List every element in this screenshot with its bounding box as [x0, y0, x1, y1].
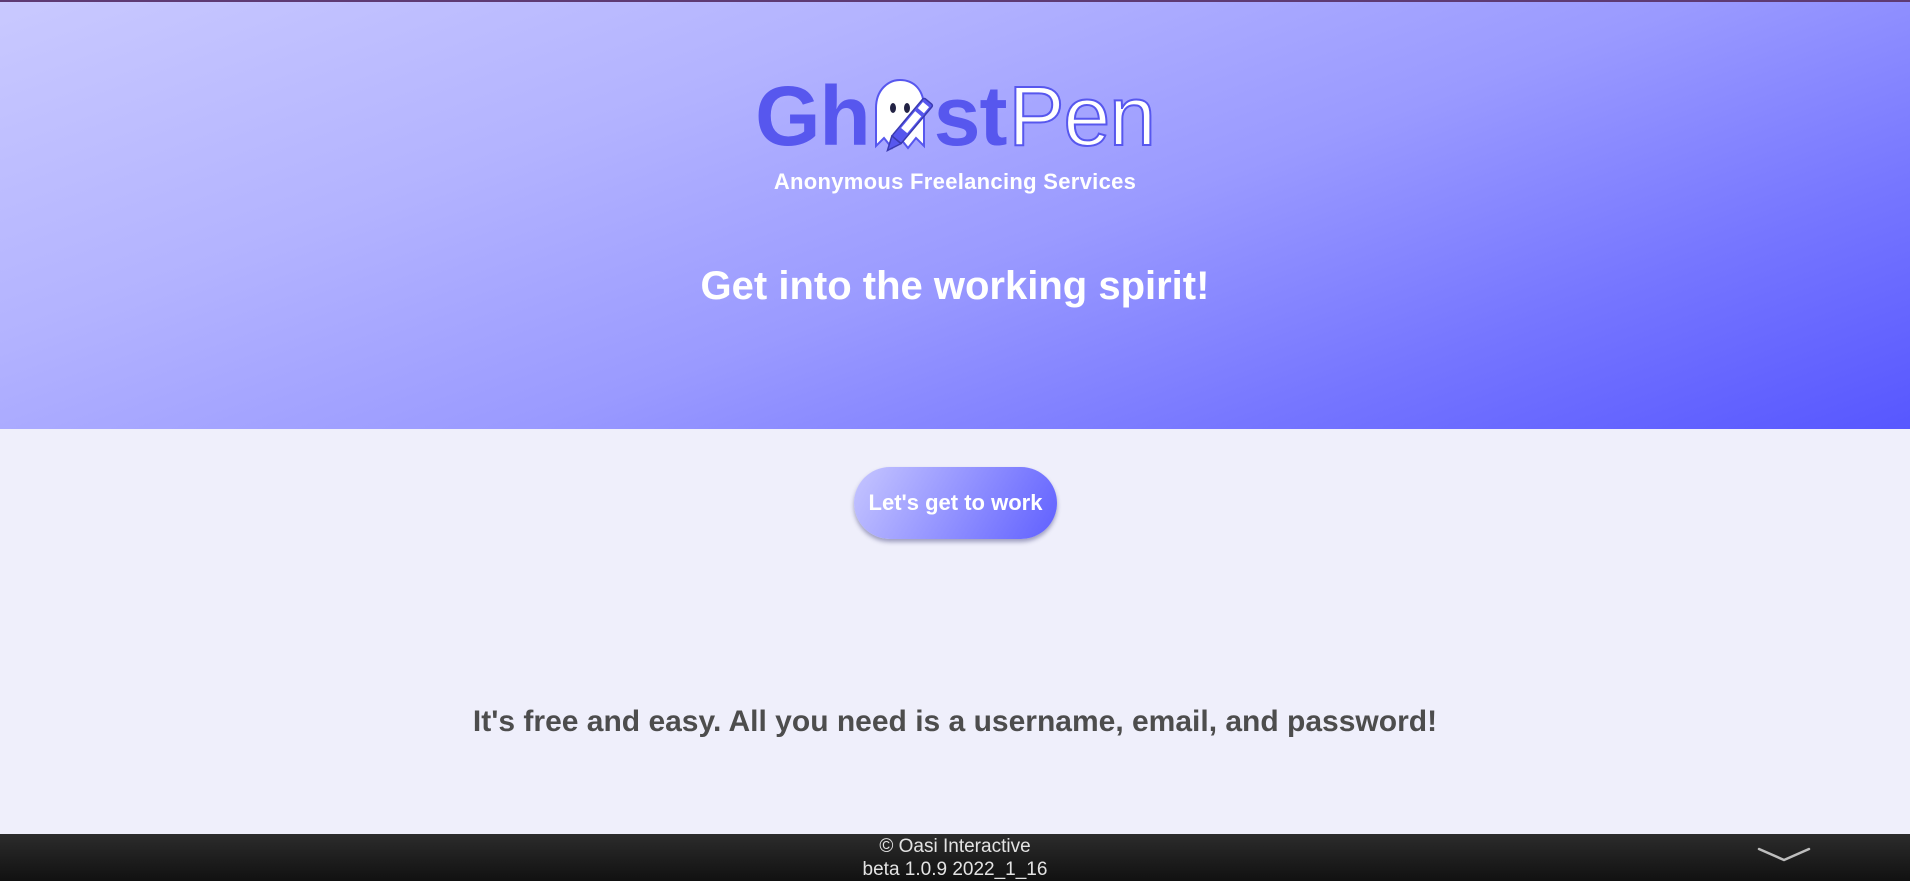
chevron-down-icon[interactable] — [1755, 843, 1813, 865]
footer: © Oasi Interactive beta 1.0.9 2022_1_16 — [0, 834, 1910, 881]
get-to-work-button[interactable]: Let's get to work — [854, 467, 1057, 539]
logo-text-end: Pen — [1007, 69, 1156, 163]
signup-info-text: It's free and easy. All you need is a us… — [472, 705, 1438, 738]
ghost-with-pen-icon — [868, 76, 938, 166]
copyright-text: © Oasi Interactive — [879, 836, 1031, 857]
logo-text-start: Gh — [755, 69, 871, 163]
tagline: Anonymous Freelancing Services — [773, 169, 1137, 194]
version-text: beta 1.0.9 2022_1_16 — [862, 859, 1048, 880]
hero-banner: Gh st Pen Anonymous Freelancing Services… — [0, 2, 1910, 429]
brand-logo: Gh st Pen — [0, 68, 1910, 163]
hero-headline: Get into the working spirit! — [700, 264, 1210, 308]
logo-text-middle: st — [933, 69, 1008, 163]
